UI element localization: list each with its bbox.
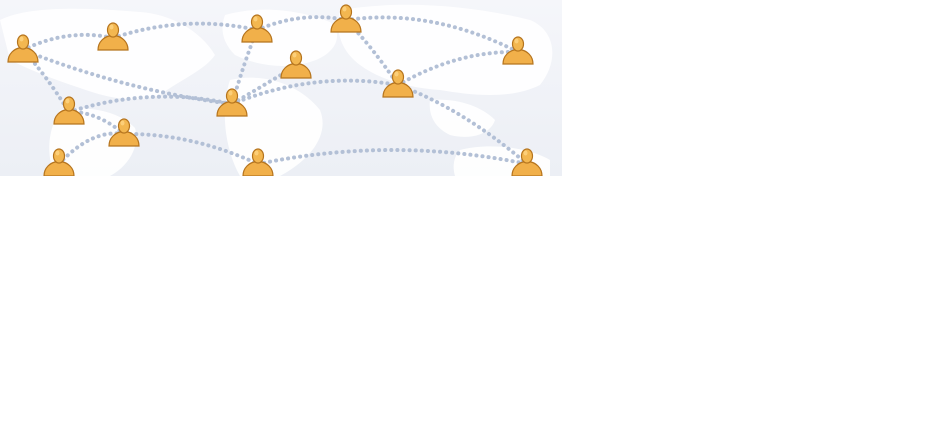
world-map-land — [0, 4, 553, 176]
world-network-banner — [0, 0, 562, 176]
page-canvas — [0, 0, 950, 436]
world-map-illustration — [0, 4, 553, 176]
